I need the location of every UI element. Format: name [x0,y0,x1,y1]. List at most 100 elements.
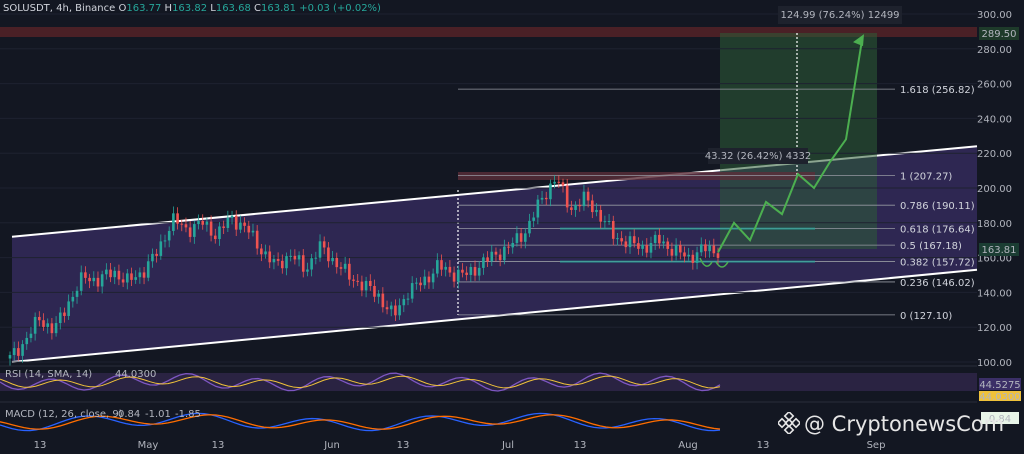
candle-body [452,272,456,282]
measure-mid-label: 43.32 (26.42%) 4332 [705,151,811,162]
x-tick-label: 13 [212,440,225,451]
fib-level-label: 1 (207.27) [900,171,952,182]
candle-body [565,185,569,208]
rsi-title: RSI (14, SMA, 14) [5,369,92,380]
candle-body [92,277,96,282]
candle-body [511,242,515,248]
candle-body [637,243,640,249]
candle-body [251,230,255,233]
change-value: +0.03 (+0.02%) [299,3,381,14]
candle-body [427,276,431,283]
candle-body [75,290,79,297]
candle-body [197,220,200,225]
candle-body [218,226,221,240]
candle-body [440,260,443,270]
candle-body [96,277,100,287]
candle-body [616,238,619,240]
price-chart[interactable]: 300.00 280.00 260.00 240.00 220.00 200.00 180.… [0,0,1024,454]
candle-body [536,199,540,218]
candle-body [591,200,594,213]
watermark: @ CryptonewsCom [778,412,1004,436]
candle-body [402,299,406,306]
candle-body [209,221,213,236]
symbol-header: SOLUSDT, 4h, Binance O163.77 H163.82 L16… [3,3,381,14]
candle-body [557,181,561,183]
candle-body [339,267,343,269]
candle-body [105,269,108,275]
fib-level-label: 0.5 (167.18) [900,241,962,252]
candle-body [653,234,657,243]
candle-body [364,280,368,291]
candle-body [691,254,695,263]
candle-body [611,220,615,239]
candle-body [415,282,418,284]
fib-level-label: 0.236 (146.02) [900,278,975,289]
candle-body [570,207,573,210]
candle-body [503,246,506,261]
fib-level-label: 0 (127.10) [900,311,952,322]
candle-body [649,242,653,253]
candle-body [167,230,171,241]
candle-body [586,191,590,201]
candle-body [12,348,16,356]
candle-body [159,241,163,256]
candle-body [574,205,577,210]
y-tick-label: 280.00 [977,45,1012,56]
candle-body [423,276,427,286]
y-tick-label: 260.00 [977,80,1012,91]
candle-body [662,241,665,244]
candle-body [687,254,690,257]
macd-signal-readout: -1.01 [145,409,171,420]
candle-body [486,257,489,262]
candle-body [8,355,12,359]
y-tick-label: 140.00 [977,288,1012,299]
candle-body [193,224,196,237]
candle-body [410,283,414,299]
candle-body [17,348,20,356]
candle-body [201,220,205,225]
candle-body [21,344,24,356]
candle-body [163,240,167,242]
candle-body [603,221,607,223]
candle-body [100,274,104,287]
candle-body [58,312,62,324]
candle-body [322,241,326,248]
candle-body [607,220,611,222]
candle-body [109,269,112,278]
close-label: C [254,3,261,14]
candle-body [327,247,330,262]
candle-body [38,316,41,321]
candle-body [289,255,292,257]
candle-body [465,272,468,275]
candle-body [29,333,33,338]
high-value: 163.82 [172,3,208,14]
close-value: 163.81 [261,3,296,14]
candle-body [498,254,502,261]
candle-body [335,257,339,268]
open-value: 163.77 [126,3,162,14]
symbol-title: SOLUSDT, 4h, Binance [3,3,116,14]
candle-body [494,251,498,255]
projection-measure-box [720,33,877,249]
candle-body [54,323,58,334]
candle-body [431,273,435,283]
candle-body [247,225,251,233]
candle-body [222,226,225,228]
candle-body [297,255,301,260]
x-tick-label: 13 [757,440,770,451]
candle-body [213,235,217,240]
candle-body [523,233,527,242]
candle-body [281,260,284,269]
fib-level-label: 0.786 (190.11) [900,201,975,212]
candle-body [293,255,297,260]
candle-body [360,281,364,291]
candle-body [658,234,661,244]
candle-body [126,273,129,283]
candle-body [314,257,318,259]
candle-body [67,301,70,316]
candle-body [285,256,288,269]
candle-body [121,279,125,283]
candle-body [578,205,582,207]
candle-body [310,258,313,270]
candle-body [678,244,682,253]
